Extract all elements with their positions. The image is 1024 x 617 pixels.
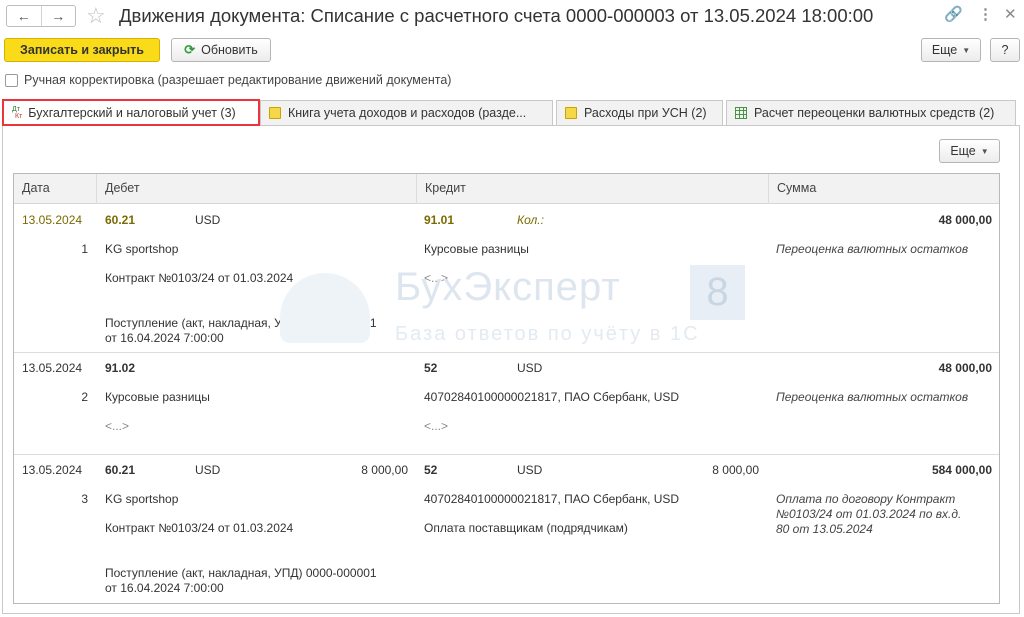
row-sum-note-2: №0103/24 от 01.03.2024 по вх.д.: [776, 507, 962, 521]
tab-strip: Дт Кт Бухгалтерский и налоговый учет (3) …: [1, 99, 1021, 126]
column-header-credit[interactable]: Кредит: [417, 174, 769, 204]
row-sum-note: Переоценка валютных остатков: [776, 390, 969, 404]
tab-accounting-label: Бухгалтерский и налоговый учет (3): [28, 105, 236, 120]
more-button[interactable]: Еще ▼: [921, 38, 981, 62]
credit-subconto-1: Курсовые разницы: [424, 242, 529, 256]
debit-subconto-3: Поступление (акт, накладная, УПД) 0000-0…: [105, 566, 377, 580]
tab-accounting[interactable]: Дт Кт Бухгалтерский и налоговый учет (3): [2, 99, 260, 126]
debit-subconto-3b: от 16.04.2024 7:00:00: [105, 581, 224, 595]
arrow-right-icon[interactable]: →: [40, 6, 76, 26]
debit-subconto-2: <...>: [105, 419, 130, 433]
star-icon[interactable]: ☆: [86, 3, 106, 29]
nav-buttons: ← →: [6, 5, 76, 27]
credit-currency: USD: [517, 361, 543, 375]
help-label: ?: [1001, 43, 1009, 57]
debit-subconto-1: Курсовые разницы: [105, 390, 210, 404]
tab-income-book[interactable]: Книга учета доходов и расходов (разде...: [260, 100, 553, 125]
chevron-down-icon: ▼: [962, 45, 971, 55]
refresh-button[interactable]: ⟳ Обновить: [171, 38, 271, 62]
credit-currency: USD: [517, 463, 543, 477]
table-row[interactable]: 13.05.2024 3 60.21 USD 8 000,00 KG sport…: [14, 455, 999, 603]
column-header-debit[interactable]: Дебет: [97, 174, 417, 204]
manual-edit-checkbox[interactable]: [5, 73, 18, 87]
row-number: 1: [81, 242, 88, 256]
row-date: 13.05.2024: [22, 463, 83, 477]
save-close-label: Записать и закрыть: [20, 43, 144, 57]
debit-account: 60.21: [105, 463, 136, 477]
chevron-down-icon: ▼: [980, 146, 989, 156]
link-icon[interactable]: 🔗: [944, 6, 963, 24]
credit-quantity-label: Кол.:: [517, 213, 544, 227]
refresh-icon: ⟳: [184, 42, 196, 57]
debit-subconto-2: Контракт №0103/24 от 01.03.2024: [105, 521, 294, 535]
panel-more-label: Еще: [950, 144, 976, 158]
credit-subconto-1: 40702840100000021817, ПАО Сбербанк, USD: [424, 390, 680, 404]
tab-income-book-label: Книга учета доходов и расходов (разде...: [288, 106, 527, 120]
debit-currency: USD: [195, 213, 221, 227]
help-button[interactable]: ?: [990, 38, 1020, 62]
tab-currency-revaluation[interactable]: Расчет переоценки валютных средств (2): [726, 100, 1016, 125]
credit-subconto-2: Оплата поставщикам (подрядчикам): [424, 521, 628, 535]
row-date: 13.05.2024: [22, 213, 83, 227]
row-number: 3: [81, 492, 88, 506]
debit-subconto-3: Поступление (акт, накладная, УПД) 0000-0…: [105, 316, 377, 330]
row-sum-note-3: 80 от 13.05.2024: [776, 522, 873, 536]
refresh-label: Обновить: [201, 43, 258, 57]
credit-subconto-1: 40702840100000021817, ПАО Сбербанк, USD: [424, 492, 680, 506]
credit-account: 91.01: [424, 213, 455, 227]
table-header: Дата Дебет Кредит Сумма: [14, 174, 999, 204]
debit-account: 91.02: [105, 361, 136, 375]
tab-usn-expenses[interactable]: Расходы при УСН (2): [556, 100, 723, 125]
panel-more-button[interactable]: Еще ▼: [939, 139, 1000, 163]
arrow-left-icon[interactable]: ←: [7, 6, 41, 26]
row-sum-note: Переоценка валютных остатков: [776, 242, 969, 256]
column-header-sum[interactable]: Сумма: [769, 174, 999, 204]
movements-table: Дата Дебет Кредит Сумма 13.05.2024 1 60.…: [13, 173, 1000, 604]
more-label: Еще: [931, 43, 958, 57]
register-icon: [269, 107, 281, 119]
credit-currency-amount: 8 000,00: [712, 463, 759, 477]
more-vertical-icon[interactable]: ⋮: [978, 6, 993, 24]
debit-subconto-1: KG sportshop: [105, 242, 179, 256]
debit-credit-icon: Дт Кт: [12, 105, 23, 120]
row-sum: 48 000,00: [938, 361, 992, 375]
register-icon: [565, 107, 577, 119]
debit-account: 60.21: [105, 213, 136, 227]
manual-edit-row: Ручная корректировка (разрешает редактир…: [5, 73, 451, 87]
credit-account: 52: [424, 361, 438, 375]
save-close-button[interactable]: Записать и закрыть: [4, 38, 160, 62]
column-header-date[interactable]: Дата: [14, 174, 97, 204]
close-icon[interactable]: ✕: [1004, 6, 1017, 24]
row-date: 13.05.2024: [22, 361, 83, 375]
tab-currency-revaluation-label: Расчет переоценки валютных средств (2): [754, 106, 995, 120]
debit-subconto-1: KG sportshop: [105, 492, 179, 506]
table-icon: [735, 107, 747, 119]
manual-edit-label: Ручная корректировка (разрешает редактир…: [24, 73, 452, 87]
table-row[interactable]: 13.05.2024 1 60.21 USD KG sportshop Конт…: [14, 205, 999, 353]
credit-subconto-2: <...>: [424, 419, 449, 433]
debit-currency-amount: 8 000,00: [361, 463, 408, 477]
row-sum: 584 000,00: [931, 463, 992, 477]
credit-account: 52: [424, 463, 438, 477]
row-sum-note-1: Оплата по договору Контракт: [776, 492, 956, 506]
row-sum: 48 000,00: [938, 213, 992, 227]
credit-subconto-2: <...>: [424, 271, 449, 285]
debit-subconto-3b: от 16.04.2024 7:00:00: [105, 331, 224, 345]
debit-currency: USD: [195, 463, 221, 477]
table-row[interactable]: 13.05.2024 2 91.02 Курсовые разницы <...…: [14, 353, 999, 455]
tab-usn-expenses-label: Расходы при УСН (2): [584, 106, 707, 120]
title-bar: ← → ☆ Движения документа: Списание с рас…: [0, 0, 1024, 33]
window-title: Движения документа: Списание с расчетног…: [119, 5, 874, 26]
row-number: 2: [81, 390, 88, 404]
debit-subconto-2: Контракт №0103/24 от 01.03.2024: [105, 271, 294, 285]
